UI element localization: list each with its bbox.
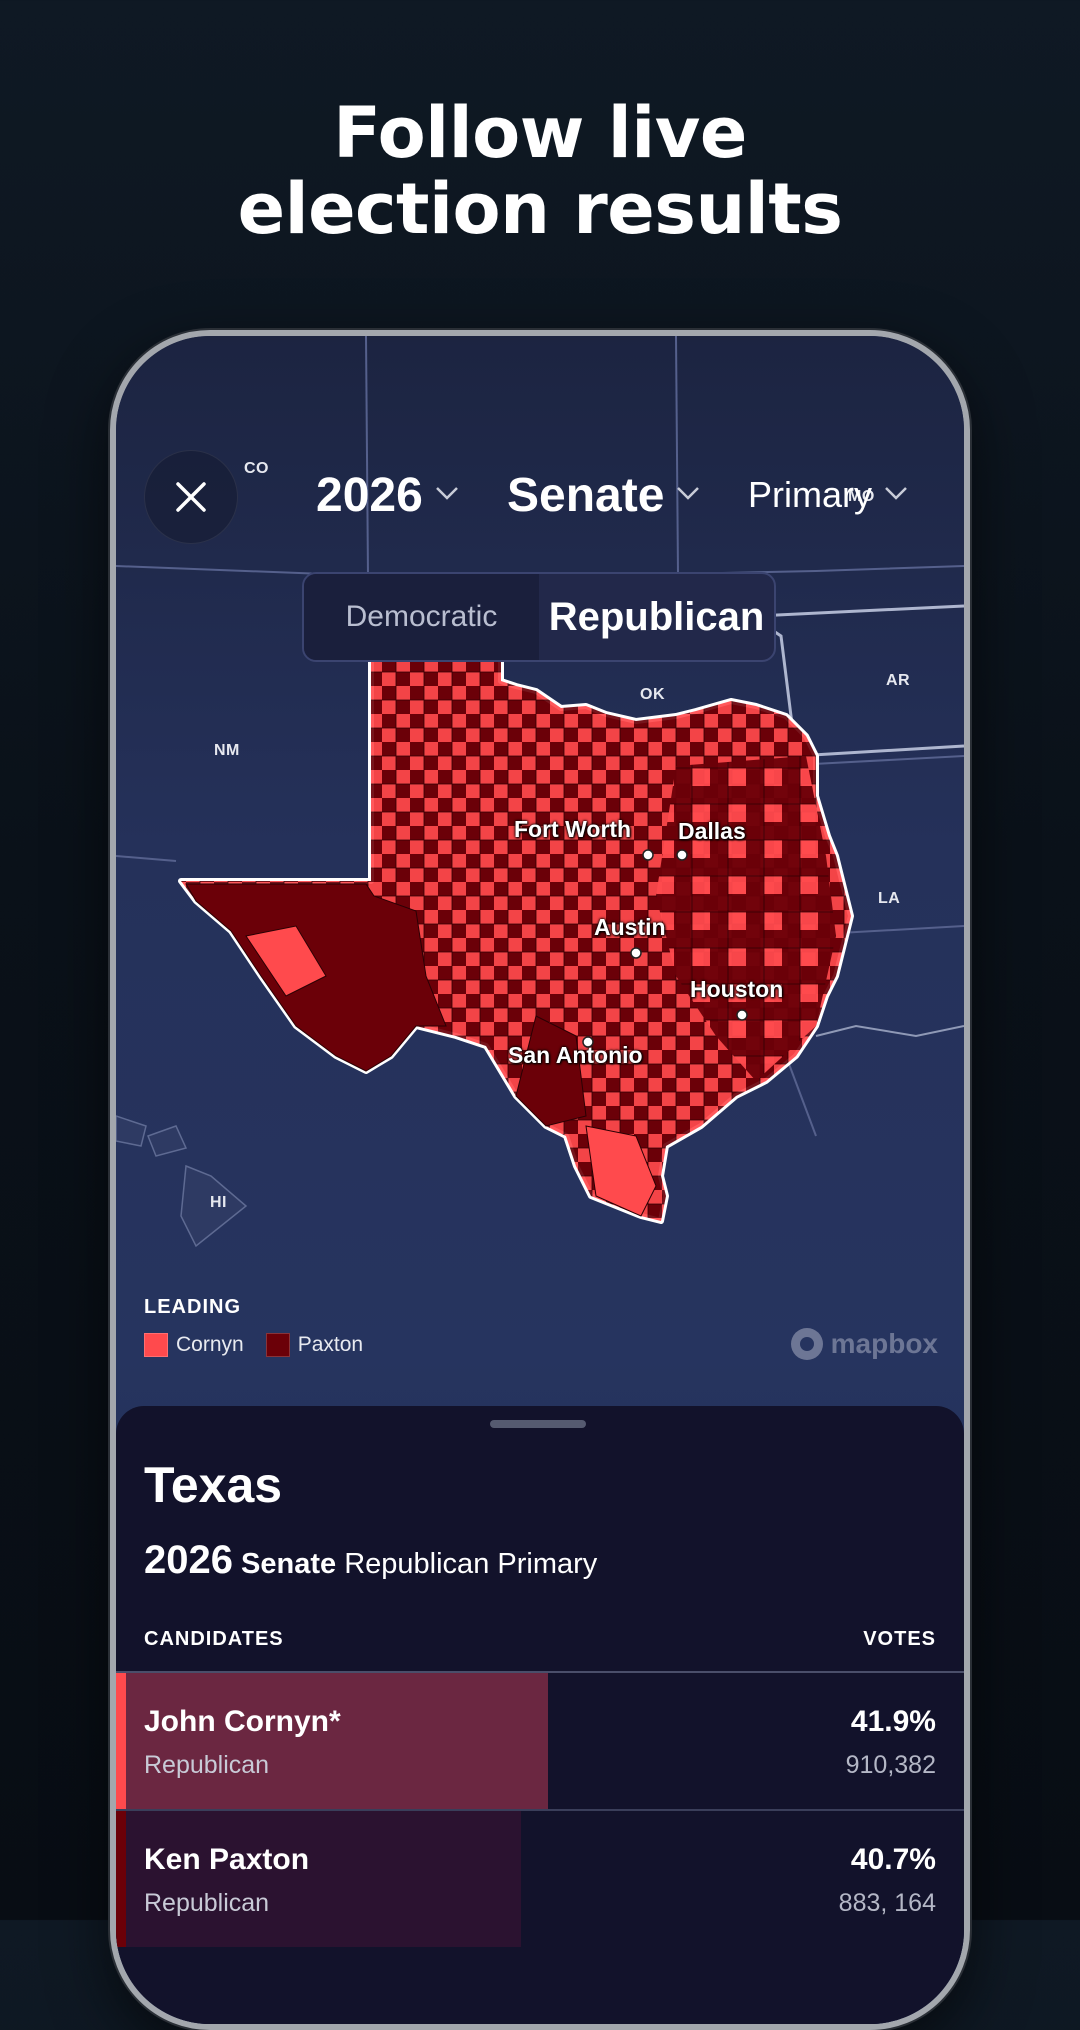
candidate-row[interactable]: John Cornyn* Republican 41.9% 910,382 [116, 1673, 964, 1809]
candidate-row[interactable]: Ken Paxton Republican 40.7% 883, 164 [116, 1811, 964, 1947]
year-dropdown[interactable]: 2026 [316, 468, 459, 523]
state-title: Texas [144, 1457, 283, 1513]
mapbox-label: mapbox [830, 1328, 938, 1359]
candidate-party: Republican [144, 1889, 270, 1917]
office-value: Senate [507, 469, 665, 522]
candidate-percent: 41.9% [850, 1705, 936, 1738]
phone-frame: CO NM OK AR LA MO HI Fort Worth Dallas A… [110, 330, 970, 2030]
mapbox-logo-icon [790, 1328, 823, 1360]
stage-dropdown[interactable]: Primary [748, 474, 908, 516]
app-screen: CO NM OK AR LA MO HI Fort Worth Dallas A… [116, 336, 964, 2024]
year-value: 2026 [316, 469, 423, 522]
sheet-drag-handle[interactable] [490, 1420, 586, 1428]
legend-swatch-paxton [265, 1333, 290, 1357]
city-label-san-antonio[interactable]: San Antonio [508, 1042, 643, 1069]
chevron-down-icon [435, 486, 459, 505]
party-option-democratic[interactable]: Democratic [304, 574, 539, 660]
headline: Follow live election results [0, 95, 1080, 247]
candidate-name: John Cornyn* [144, 1705, 341, 1738]
texas-state-shape[interactable] [178, 653, 854, 1224]
candidate-party: Republican [144, 1751, 270, 1779]
headline-line-2: election results [237, 168, 843, 250]
legend-label-paxton: Paxton [297, 1333, 364, 1356]
stage-value: Primary [748, 474, 872, 515]
legend-title: LEADING [144, 1296, 241, 1318]
candidate-votes: 910,382 [845, 1751, 936, 1779]
close-icon [176, 482, 206, 512]
votes-header: VOTES [863, 1628, 936, 1650]
chevron-down-icon [676, 486, 700, 505]
state-label-hi: HI [210, 1194, 227, 1211]
legend-label-cornyn: Cornyn [176, 1333, 244, 1356]
candidates-header: CANDIDATES [144, 1628, 284, 1650]
race-description: 2026 Senate Republican Primary [144, 1538, 597, 1583]
city-label-houston[interactable]: Houston [690, 976, 783, 1003]
city-label-dallas[interactable]: Dallas [678, 818, 746, 845]
office-dropdown[interactable]: Senate [507, 468, 700, 523]
vote-share-bar [116, 1811, 521, 1947]
race-office: Senate [241, 1548, 337, 1580]
candidate-color-accent [116, 1673, 126, 1809]
top-bar: 2026 Senate Primary [116, 446, 964, 546]
state-label-ok: OK [640, 686, 665, 703]
vote-share-bar [116, 1673, 548, 1809]
race-type: Republican Primary [344, 1548, 598, 1580]
state-label-la: LA [878, 890, 901, 907]
candidate-percent: 40.7% [850, 1843, 936, 1876]
results-sheet[interactable]: Texas 2026 Senate Republican Primary CAN… [116, 1406, 964, 2024]
race-year: 2026 [144, 1538, 233, 1582]
state-label-nm: NM [214, 742, 240, 759]
party-option-republican[interactable]: Republican [539, 574, 774, 660]
headline-line-1: Follow live [333, 92, 747, 174]
city-label-fort-worth[interactable]: Fort Worth [514, 816, 631, 843]
candidate-name: Ken Paxton [144, 1843, 310, 1876]
legend: Cornyn Paxton [144, 1333, 363, 1357]
legend-swatch-cornyn [144, 1333, 168, 1357]
candidate-votes: 883, 164 [838, 1889, 936, 1917]
candidate-color-accent [116, 1811, 126, 1947]
state-label-ar: AR [886, 672, 911, 689]
mapbox-attribution[interactable]: mapbox [790, 1328, 938, 1360]
party-toggle[interactable]: Democratic Republican [302, 572, 776, 662]
chevron-down-icon [884, 486, 908, 505]
city-label-austin[interactable]: Austin [594, 914, 666, 941]
close-button[interactable] [144, 450, 238, 544]
